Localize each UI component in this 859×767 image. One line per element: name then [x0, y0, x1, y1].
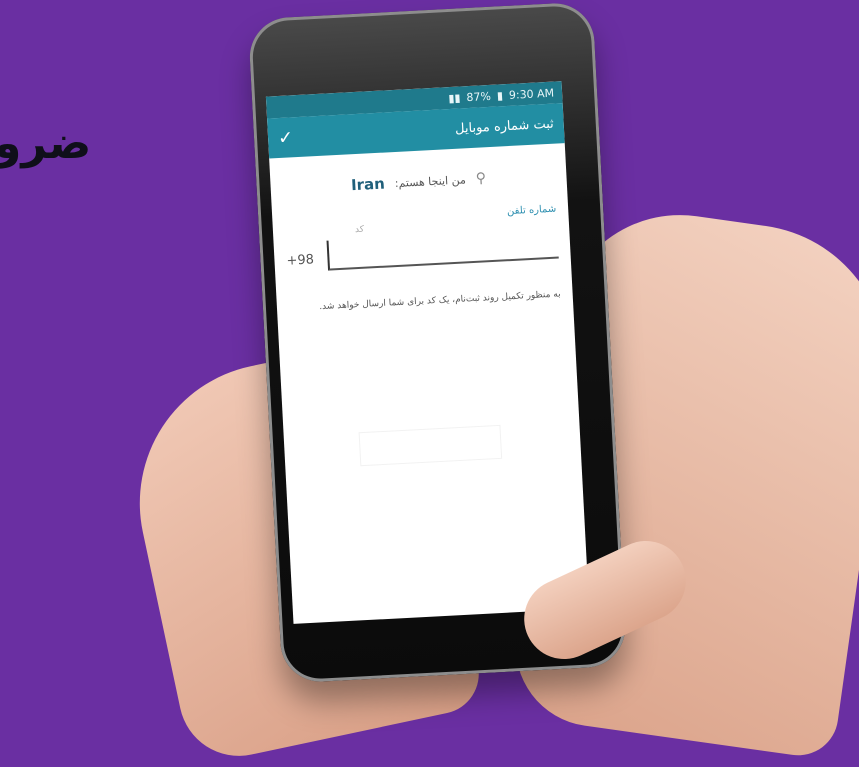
phone-screen: ▮▮ 87% ▮ 9:30 AM ✓ ثبت شماره موبایل ⚲ من… — [265, 81, 590, 624]
battery-level: 87% — [466, 89, 492, 104]
page-title: ثبت شماره موبایل — [454, 116, 555, 137]
submit-button-area[interactable] — [358, 424, 503, 467]
phone-input-row: +98 — [286, 228, 559, 273]
background-heading: ضرو — [0, 118, 92, 169]
location-prefix: من اینجا هستم: — [394, 172, 467, 190]
signal-icon: ▮▮ — [448, 90, 461, 105]
status-time: 9:30 AM — [508, 86, 555, 102]
location-icon: ⚲ — [475, 170, 487, 187]
info-text: به منظور تکمیل روند ثبت‌نام، یک کد برای … — [319, 289, 561, 313]
country-selector[interactable]: ⚲ من اینجا هستم: Iran — [282, 166, 555, 198]
registration-form: ⚲ من اینجا هستم: Iran شماره تلفن کد +98 … — [270, 165, 573, 316]
country-name[interactable]: Iran — [351, 175, 386, 195]
check-icon[interactable]: ✓ — [278, 127, 294, 149]
country-code[interactable]: +98 — [286, 252, 314, 272]
battery-icon: ▮ — [496, 88, 504, 103]
phone-number-input[interactable] — [326, 228, 559, 271]
